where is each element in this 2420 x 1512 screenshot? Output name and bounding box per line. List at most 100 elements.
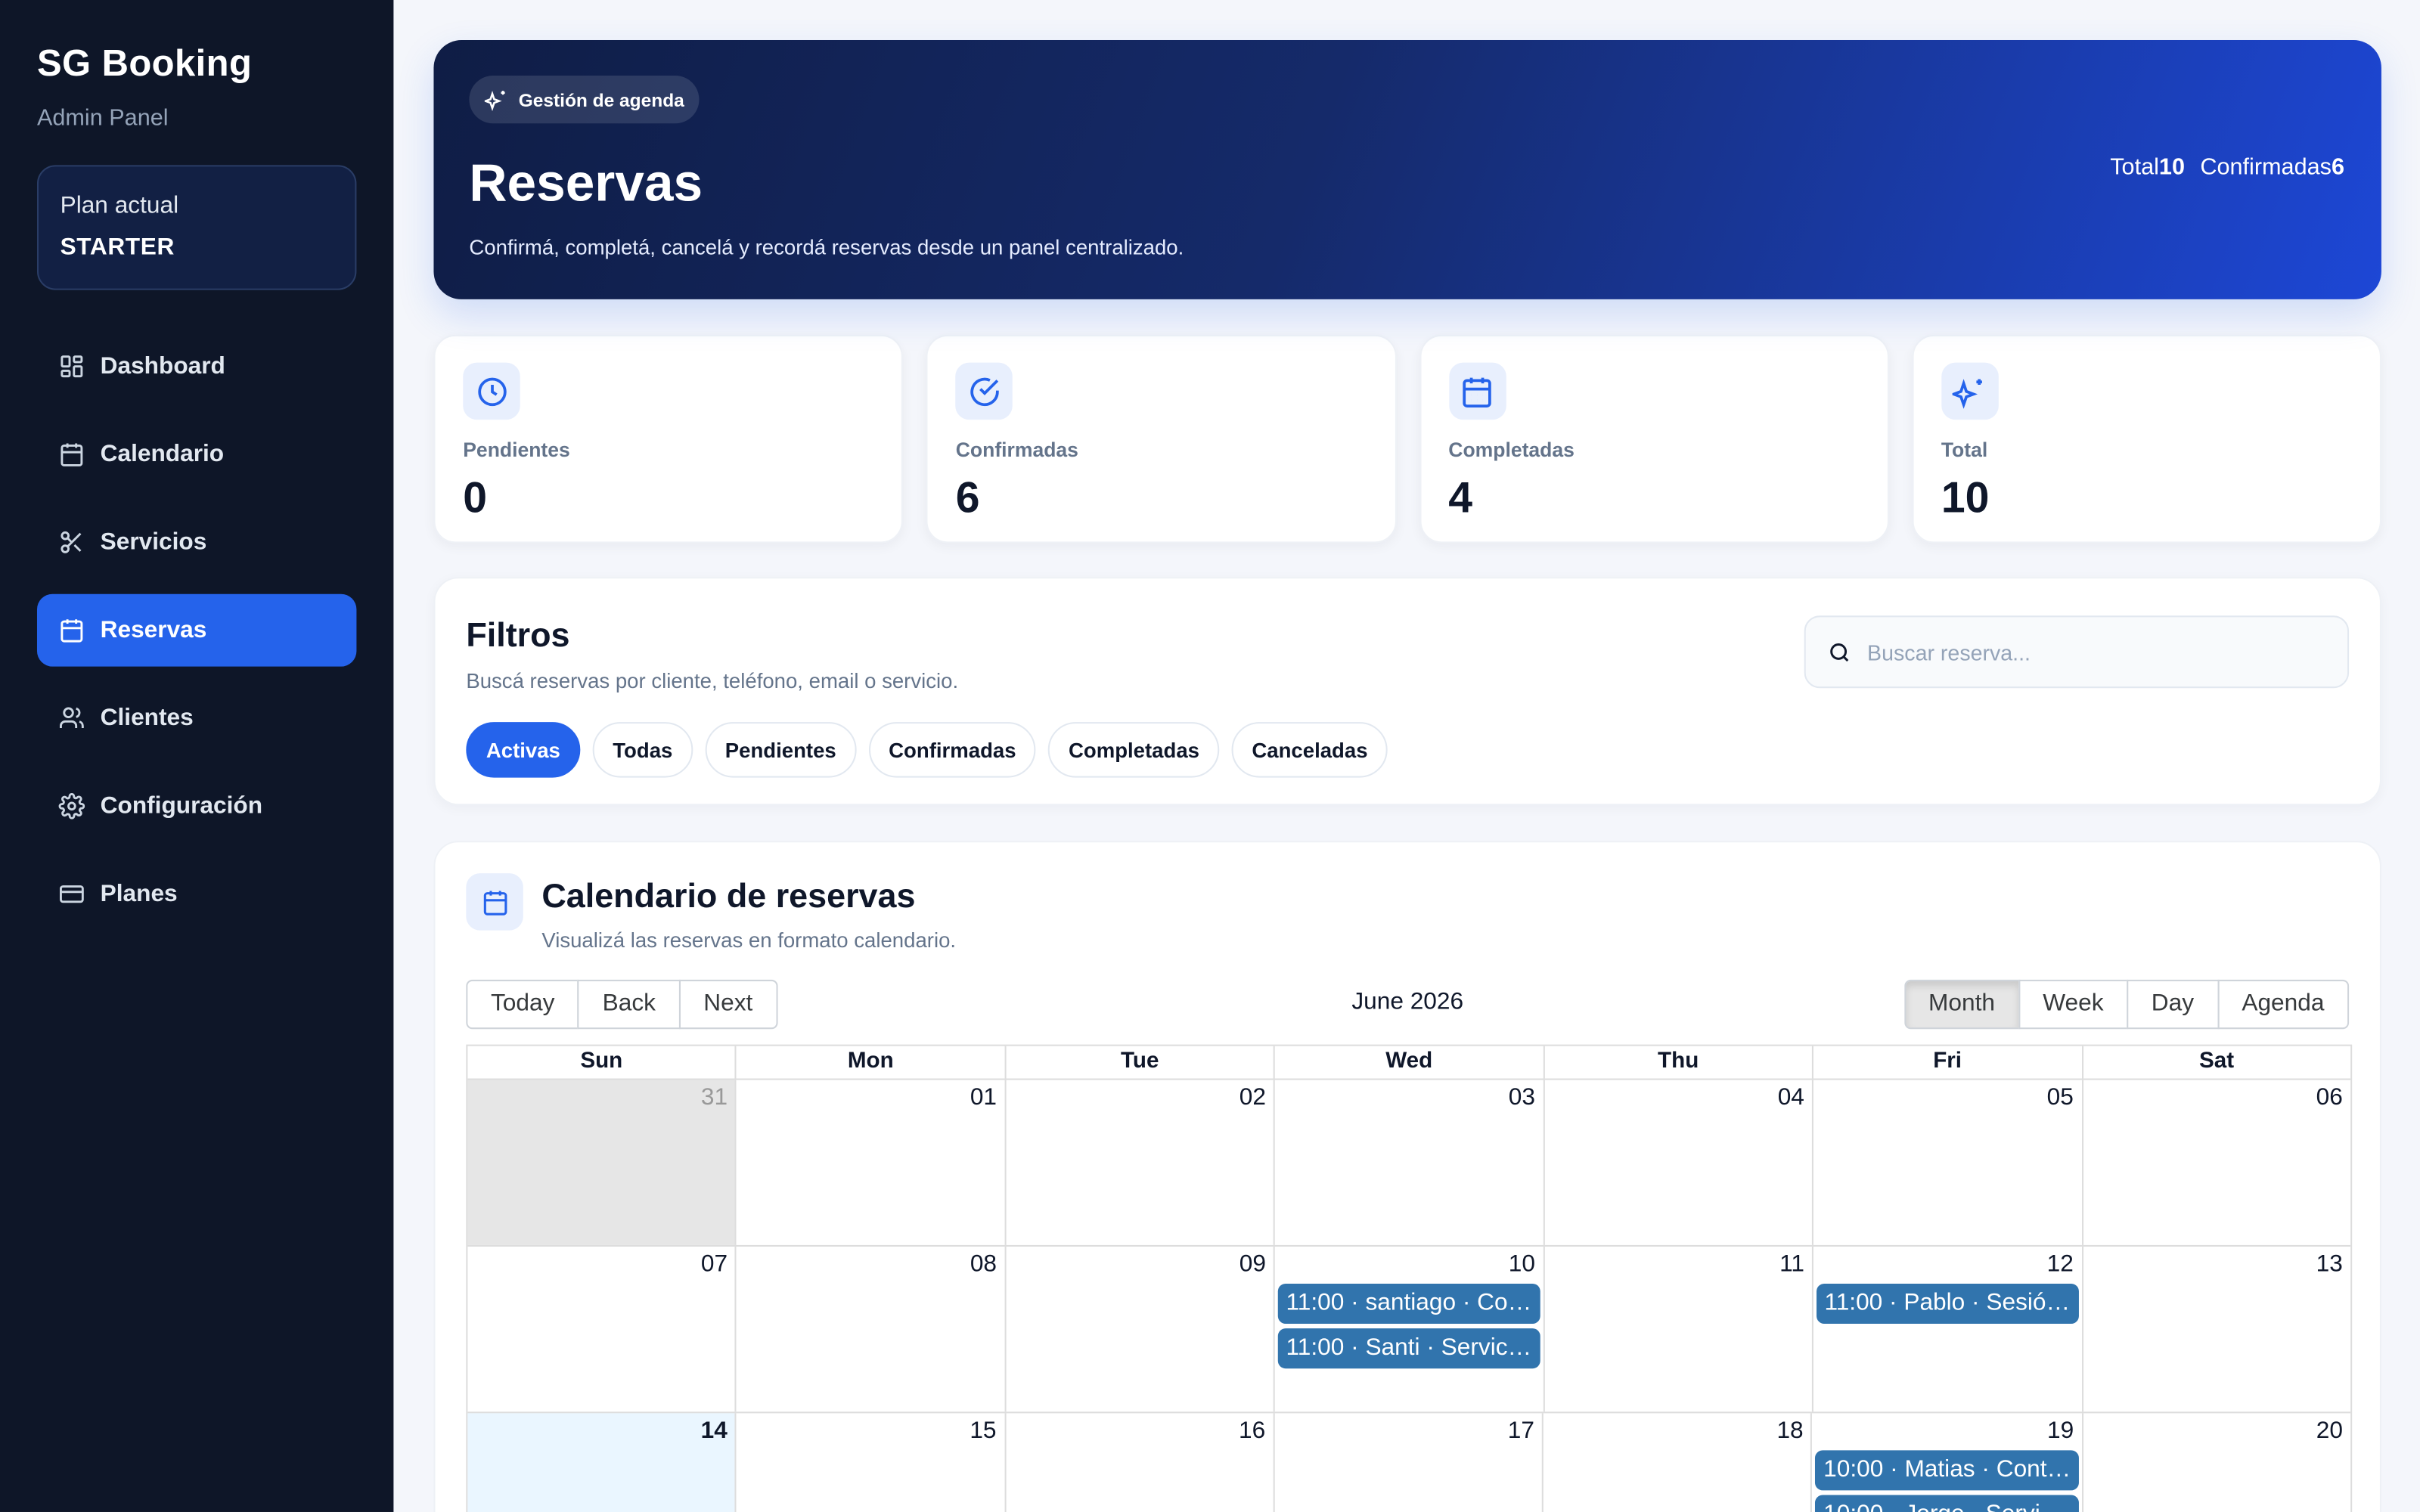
weekday-label: Wed xyxy=(1274,1046,1543,1079)
calendar-event[interactable]: 11:00 · Pablo · Sesió… xyxy=(1817,1283,2079,1325)
sidebar-item-reservas[interactable]: Reservas xyxy=(36,593,357,667)
today-button[interactable]: Today xyxy=(466,979,580,1030)
next-button[interactable]: Next xyxy=(678,979,777,1030)
day-number[interactable]: 10 xyxy=(1275,1251,1543,1279)
stat-value: 4 xyxy=(1448,473,1473,522)
back-button[interactable]: Back xyxy=(578,979,681,1030)
day-number[interactable]: 15 xyxy=(737,1418,1004,1445)
day-cell[interactable]: 09 xyxy=(1004,1246,1274,1412)
filter-pill-activas[interactable]: Activas xyxy=(466,722,581,778)
hero-stats: Total10 Confirmadas6 xyxy=(2110,154,2344,181)
page-title: Reservas xyxy=(469,154,703,213)
weekday-label: Tue xyxy=(1004,1046,1274,1079)
day-cell[interactable]: 01 xyxy=(735,1080,1004,1245)
day-number[interactable]: 14 xyxy=(467,1418,735,1445)
calendar-view-group: Month Week Day Agenda xyxy=(1903,979,2350,1030)
day-number[interactable]: 19 xyxy=(1813,1418,2082,1445)
hero-confirmed-value: 6 xyxy=(2331,154,2344,181)
day-cell[interactable]: 06 xyxy=(2081,1080,2350,1245)
weekday-label: Thu xyxy=(1543,1046,1812,1079)
day-cell[interactable]: 05 xyxy=(1812,1080,2081,1245)
day-number[interactable]: 20 xyxy=(2083,1418,2351,1445)
main-content: Gestión de agenda Reservas Confirmá, com… xyxy=(433,40,2381,1512)
sidebar-item-label: Configuración xyxy=(100,792,263,819)
clock-icon xyxy=(477,376,506,406)
stat-label: Confirmadas xyxy=(955,438,1078,462)
filter-pill-completadas[interactable]: Completadas xyxy=(1048,722,1220,778)
search-box xyxy=(1804,615,2350,689)
day-number[interactable]: 07 xyxy=(467,1251,735,1279)
view-week-button[interactable]: Week xyxy=(2018,979,2129,1030)
hero-chip-label: Gestión de agenda xyxy=(518,88,684,110)
day-number[interactable]: 08 xyxy=(737,1251,1004,1279)
day-cell[interactable]: 12 11:00 · Pablo · Sesió… xyxy=(1812,1246,2081,1412)
day-number[interactable]: 13 xyxy=(2083,1251,2350,1279)
stat-icon-wrap xyxy=(1448,362,1506,420)
day-cell[interactable]: 04 xyxy=(1543,1080,1812,1245)
day-number[interactable]: 18 xyxy=(1544,1418,1811,1445)
sidebar-item-planes[interactable]: Planes xyxy=(37,858,356,931)
calendar-icon xyxy=(1463,376,1491,407)
filters-panel: Filtros Buscá reservas por cliente, telé… xyxy=(433,577,2381,806)
filter-pill-canceladas[interactable]: Canceladas xyxy=(1231,722,1388,778)
view-month-button[interactable]: Month xyxy=(1903,979,2020,1030)
day-number[interactable]: 16 xyxy=(1006,1418,1274,1445)
day-cell[interactable]: 18 xyxy=(1542,1413,1811,1512)
day-cell-today[interactable]: 14 xyxy=(467,1413,736,1512)
day-cell[interactable]: 10 11:00 · santiago · Co… 11:00 · Santi … xyxy=(1274,1246,1543,1412)
day-cell[interactable]: 20 xyxy=(2081,1413,2350,1512)
sidebar-item-calendario[interactable]: Calendario xyxy=(37,418,356,491)
day-number[interactable]: 12 xyxy=(1813,1251,2081,1279)
calendar-header-icon-wrap xyxy=(466,873,523,931)
day-cell[interactable]: 02 xyxy=(1004,1080,1274,1245)
sidebar-item-configuracion[interactable]: Configuración xyxy=(37,770,356,842)
filter-pill-pendientes[interactable]: Pendientes xyxy=(705,722,857,778)
sidebar-item-dashboard[interactable]: Dashboard xyxy=(37,330,356,403)
day-number[interactable]: 01 xyxy=(737,1085,1004,1113)
day-cell[interactable]: 11 xyxy=(1543,1246,1812,1412)
day-cell[interactable]: 31 xyxy=(467,1080,736,1245)
sidebar-item-label: Dashboard xyxy=(100,352,225,380)
sidebar: SG Booking Admin Panel Plan actual START… xyxy=(0,0,394,1512)
sidebar-item-label: Planes xyxy=(100,880,178,906)
stat-value: 0 xyxy=(463,473,488,522)
day-number[interactable]: 03 xyxy=(1275,1085,1543,1113)
calendar-event[interactable]: 10:00 · Jorge · Servi… xyxy=(1815,1495,2079,1512)
calendar-event[interactable]: 11:00 · Santi · Servic… xyxy=(1278,1328,1540,1369)
brand-title: SG Booking xyxy=(36,43,253,85)
day-number[interactable]: 11 xyxy=(1544,1251,1812,1279)
page-description: Confirmá, completá, cancelá y recordá re… xyxy=(469,236,1184,259)
view-day-button[interactable]: Day xyxy=(2127,979,2219,1030)
day-cell[interactable]: 17 xyxy=(1273,1413,1542,1512)
calendar-icon xyxy=(60,443,83,466)
stat-label: Completadas xyxy=(1448,438,1575,462)
day-cell[interactable]: 16 xyxy=(1004,1413,1274,1512)
day-number[interactable]: 02 xyxy=(1006,1085,1274,1113)
calendar-event[interactable]: 11:00 · santiago · Co… xyxy=(1278,1283,1540,1325)
sidebar-item-clientes[interactable]: Clientes xyxy=(37,682,356,754)
calendar-event[interactable]: 10:00 · Matias · Cont… xyxy=(1815,1450,2079,1491)
day-cell[interactable]: 07 xyxy=(467,1247,735,1411)
sidebar-nav: Dashboard Calendario Servicios Reservas … xyxy=(36,330,357,931)
day-number[interactable]: 09 xyxy=(1006,1251,1274,1279)
day-cell[interactable]: 08 xyxy=(735,1246,1004,1412)
day-number[interactable]: 05 xyxy=(1813,1085,2081,1113)
dashboard-icon xyxy=(60,355,83,378)
search-input[interactable] xyxy=(1867,639,2326,665)
day-number[interactable]: 31 xyxy=(467,1085,735,1113)
sidebar-item-servicios[interactable]: Servicios xyxy=(37,506,356,578)
day-cell[interactable]: 19 10:00 · Matias · Cont… 10:00 · Jorge … xyxy=(1810,1413,2082,1512)
filter-pill-todas[interactable]: Todas xyxy=(592,722,693,778)
sidebar-item-label: Servicios xyxy=(100,528,207,555)
day-cell[interactable]: 03 xyxy=(1274,1080,1543,1245)
day-number[interactable]: 17 xyxy=(1274,1418,1542,1445)
stats-row: Pendientes 0 Confirmadas 6 Completadas 4 xyxy=(433,334,2381,544)
view-agenda-button[interactable]: Agenda xyxy=(2217,979,2350,1030)
stat-label: Total xyxy=(1941,438,1988,462)
day-cell[interactable]: 13 xyxy=(2081,1246,2350,1412)
day-number[interactable]: 06 xyxy=(2083,1085,2350,1113)
calendar-panel: Calendario de reservas Visualizá las res… xyxy=(433,841,2381,1512)
day-number[interactable]: 04 xyxy=(1544,1085,1812,1113)
filter-pill-confirmadas[interactable]: Confirmadas xyxy=(868,722,1037,778)
day-cell[interactable]: 15 xyxy=(735,1413,1004,1512)
